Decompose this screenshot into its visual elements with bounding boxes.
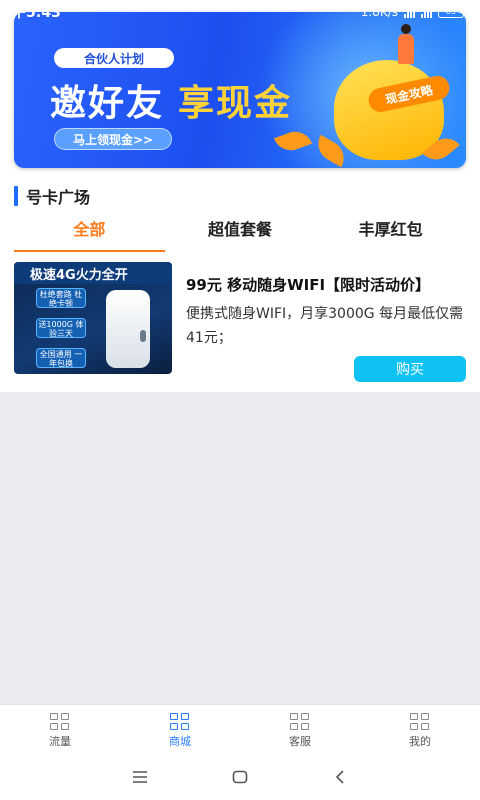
category-tabs: 全部 超值套餐 丰厚红包 xyxy=(14,216,466,252)
headline-cash: 享现金 xyxy=(178,83,293,124)
tab-red-packets[interactable]: 丰厚红包 xyxy=(315,216,466,252)
nav-label: 我的 xyxy=(409,735,431,748)
back-icon[interactable] xyxy=(330,767,350,787)
product-title[interactable]: 99元 移动随身WIFI【限时活动价】 xyxy=(186,274,430,295)
nav-label: 客服 xyxy=(289,735,311,748)
grid-icon xyxy=(50,713,70,731)
menu-icon[interactable] xyxy=(130,767,150,787)
partner-plan-label: 合伙人计划 xyxy=(54,48,174,68)
nav-label: 商城 xyxy=(169,735,191,748)
home-icon[interactable] xyxy=(230,767,250,787)
nav-label: 流量 xyxy=(49,735,71,748)
section-accent-bar xyxy=(14,186,18,206)
grid-icon xyxy=(410,713,430,731)
nav-item-mall[interactable]: 商城 xyxy=(120,705,240,754)
product-description: 便携式随身WIFI，月享3000G 每月最低仅需41元； xyxy=(186,306,464,346)
grid-icon xyxy=(290,713,310,731)
bottom-nav: 流量 商城 客服 我的 xyxy=(0,704,480,754)
signal-icon xyxy=(404,6,415,18)
status-right: 1.8K/s 85 xyxy=(361,5,464,19)
banner-headline: 邀好友 享现金 xyxy=(50,74,292,126)
thumb-title: 极速4G火力全开 xyxy=(14,262,172,284)
status-bar: 下午5:43 1.8K/s 85 xyxy=(0,0,480,24)
signal-icon-2 xyxy=(421,6,432,18)
tab-all[interactable]: 全部 xyxy=(14,216,165,252)
section-title: 号卡广场 xyxy=(26,188,91,207)
system-nav-bar xyxy=(0,754,480,800)
person-illustration xyxy=(398,24,414,64)
product-card[interactable]: 极速4G火力全开 杜绝套路 杜绝卡顿 送1000G 体验三天 全国通用 一年包换… xyxy=(14,262,466,382)
get-cash-button[interactable]: 马上领现金>> xyxy=(54,128,172,150)
thumb-tag: 全国通用 一年包换 xyxy=(36,348,86,368)
headline-invite: 邀好友 xyxy=(50,83,165,124)
status-time: 下午5:43 xyxy=(0,5,61,21)
thumb-tag: 送1000G 体验三天 xyxy=(36,318,86,338)
thumb-tag: 杜绝套路 杜绝卡顿 xyxy=(36,288,86,308)
tab-value-plans[interactable]: 超值套餐 xyxy=(165,216,316,252)
buy-button[interactable]: 购买 xyxy=(354,356,466,382)
battery-icon: 85 xyxy=(438,6,464,18)
promo-banner[interactable]: 合伙人计划 邀好友 享现金 马上领现金>> 现金攻略 xyxy=(14,12,466,168)
nav-item-service[interactable]: 客服 xyxy=(240,705,360,754)
grid-icon xyxy=(170,713,190,731)
section-header: 号卡广场 xyxy=(14,186,91,207)
wifi-device-image xyxy=(106,290,150,368)
network-speed: 1.8K/s xyxy=(360,5,398,19)
product-thumbnail[interactable]: 极速4G火力全开 杜绝套路 杜绝卡顿 送1000G 体验三天 全国通用 一年包换 xyxy=(14,262,172,374)
nav-item-mine[interactable]: 我的 xyxy=(360,705,480,754)
nav-item-traffic[interactable]: 流量 xyxy=(0,705,120,754)
